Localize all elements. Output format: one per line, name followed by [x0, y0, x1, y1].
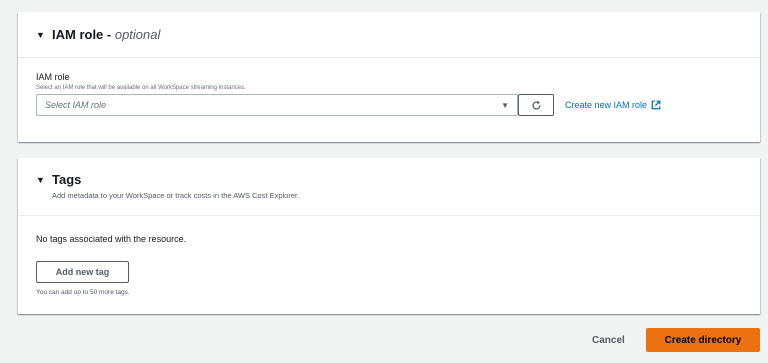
- cancel-button[interactable]: Cancel: [592, 335, 625, 346]
- iam-role-title: IAM role - optional: [52, 27, 160, 42]
- create-iam-role-label: Create new IAM role: [565, 100, 648, 110]
- external-link-icon: [651, 100, 661, 110]
- optional-label: optional: [114, 27, 161, 42]
- tags-limit-text: You can add up to 50 more tags.: [36, 289, 130, 296]
- create-directory-button[interactable]: Create directory: [646, 328, 760, 352]
- tags-title: Tags: [52, 172, 82, 187]
- add-new-tag-button[interactable]: Add new tag: [36, 261, 129, 283]
- no-tags-text: No tags associated with the resource.: [36, 234, 187, 244]
- iam-role-field-label: IAM role: [36, 72, 70, 82]
- iam-role-panel: ▼ IAM role - optional IAM role Select an…: [18, 12, 760, 142]
- iam-role-header[interactable]: ▼ IAM role - optional: [18, 12, 760, 58]
- iam-role-title-text: IAM role -: [52, 27, 115, 42]
- refresh-icon: [531, 100, 541, 110]
- caret-down-icon[interactable]: ▼: [36, 175, 50, 185]
- iam-role-select[interactable]: Select IAM role ▼: [36, 94, 518, 116]
- caret-down-icon[interactable]: ▼: [36, 30, 50, 40]
- refresh-button[interactable]: [518, 94, 554, 116]
- tags-description: Add metadata to your WorkSpace or track …: [52, 191, 300, 200]
- tags-panel: ▼ Tags Add metadata to your WorkSpace or…: [18, 158, 760, 314]
- create-iam-role-link[interactable]: Create new IAM role: [565, 100, 661, 110]
- caret-down-icon: ▼: [501, 100, 509, 110]
- iam-role-field-description: Select an IAM role that will be availabl…: [36, 85, 246, 91]
- tags-header[interactable]: ▼ Tags Add metadata to your WorkSpace or…: [18, 158, 760, 216]
- select-placeholder: Select IAM role: [45, 100, 107, 110]
